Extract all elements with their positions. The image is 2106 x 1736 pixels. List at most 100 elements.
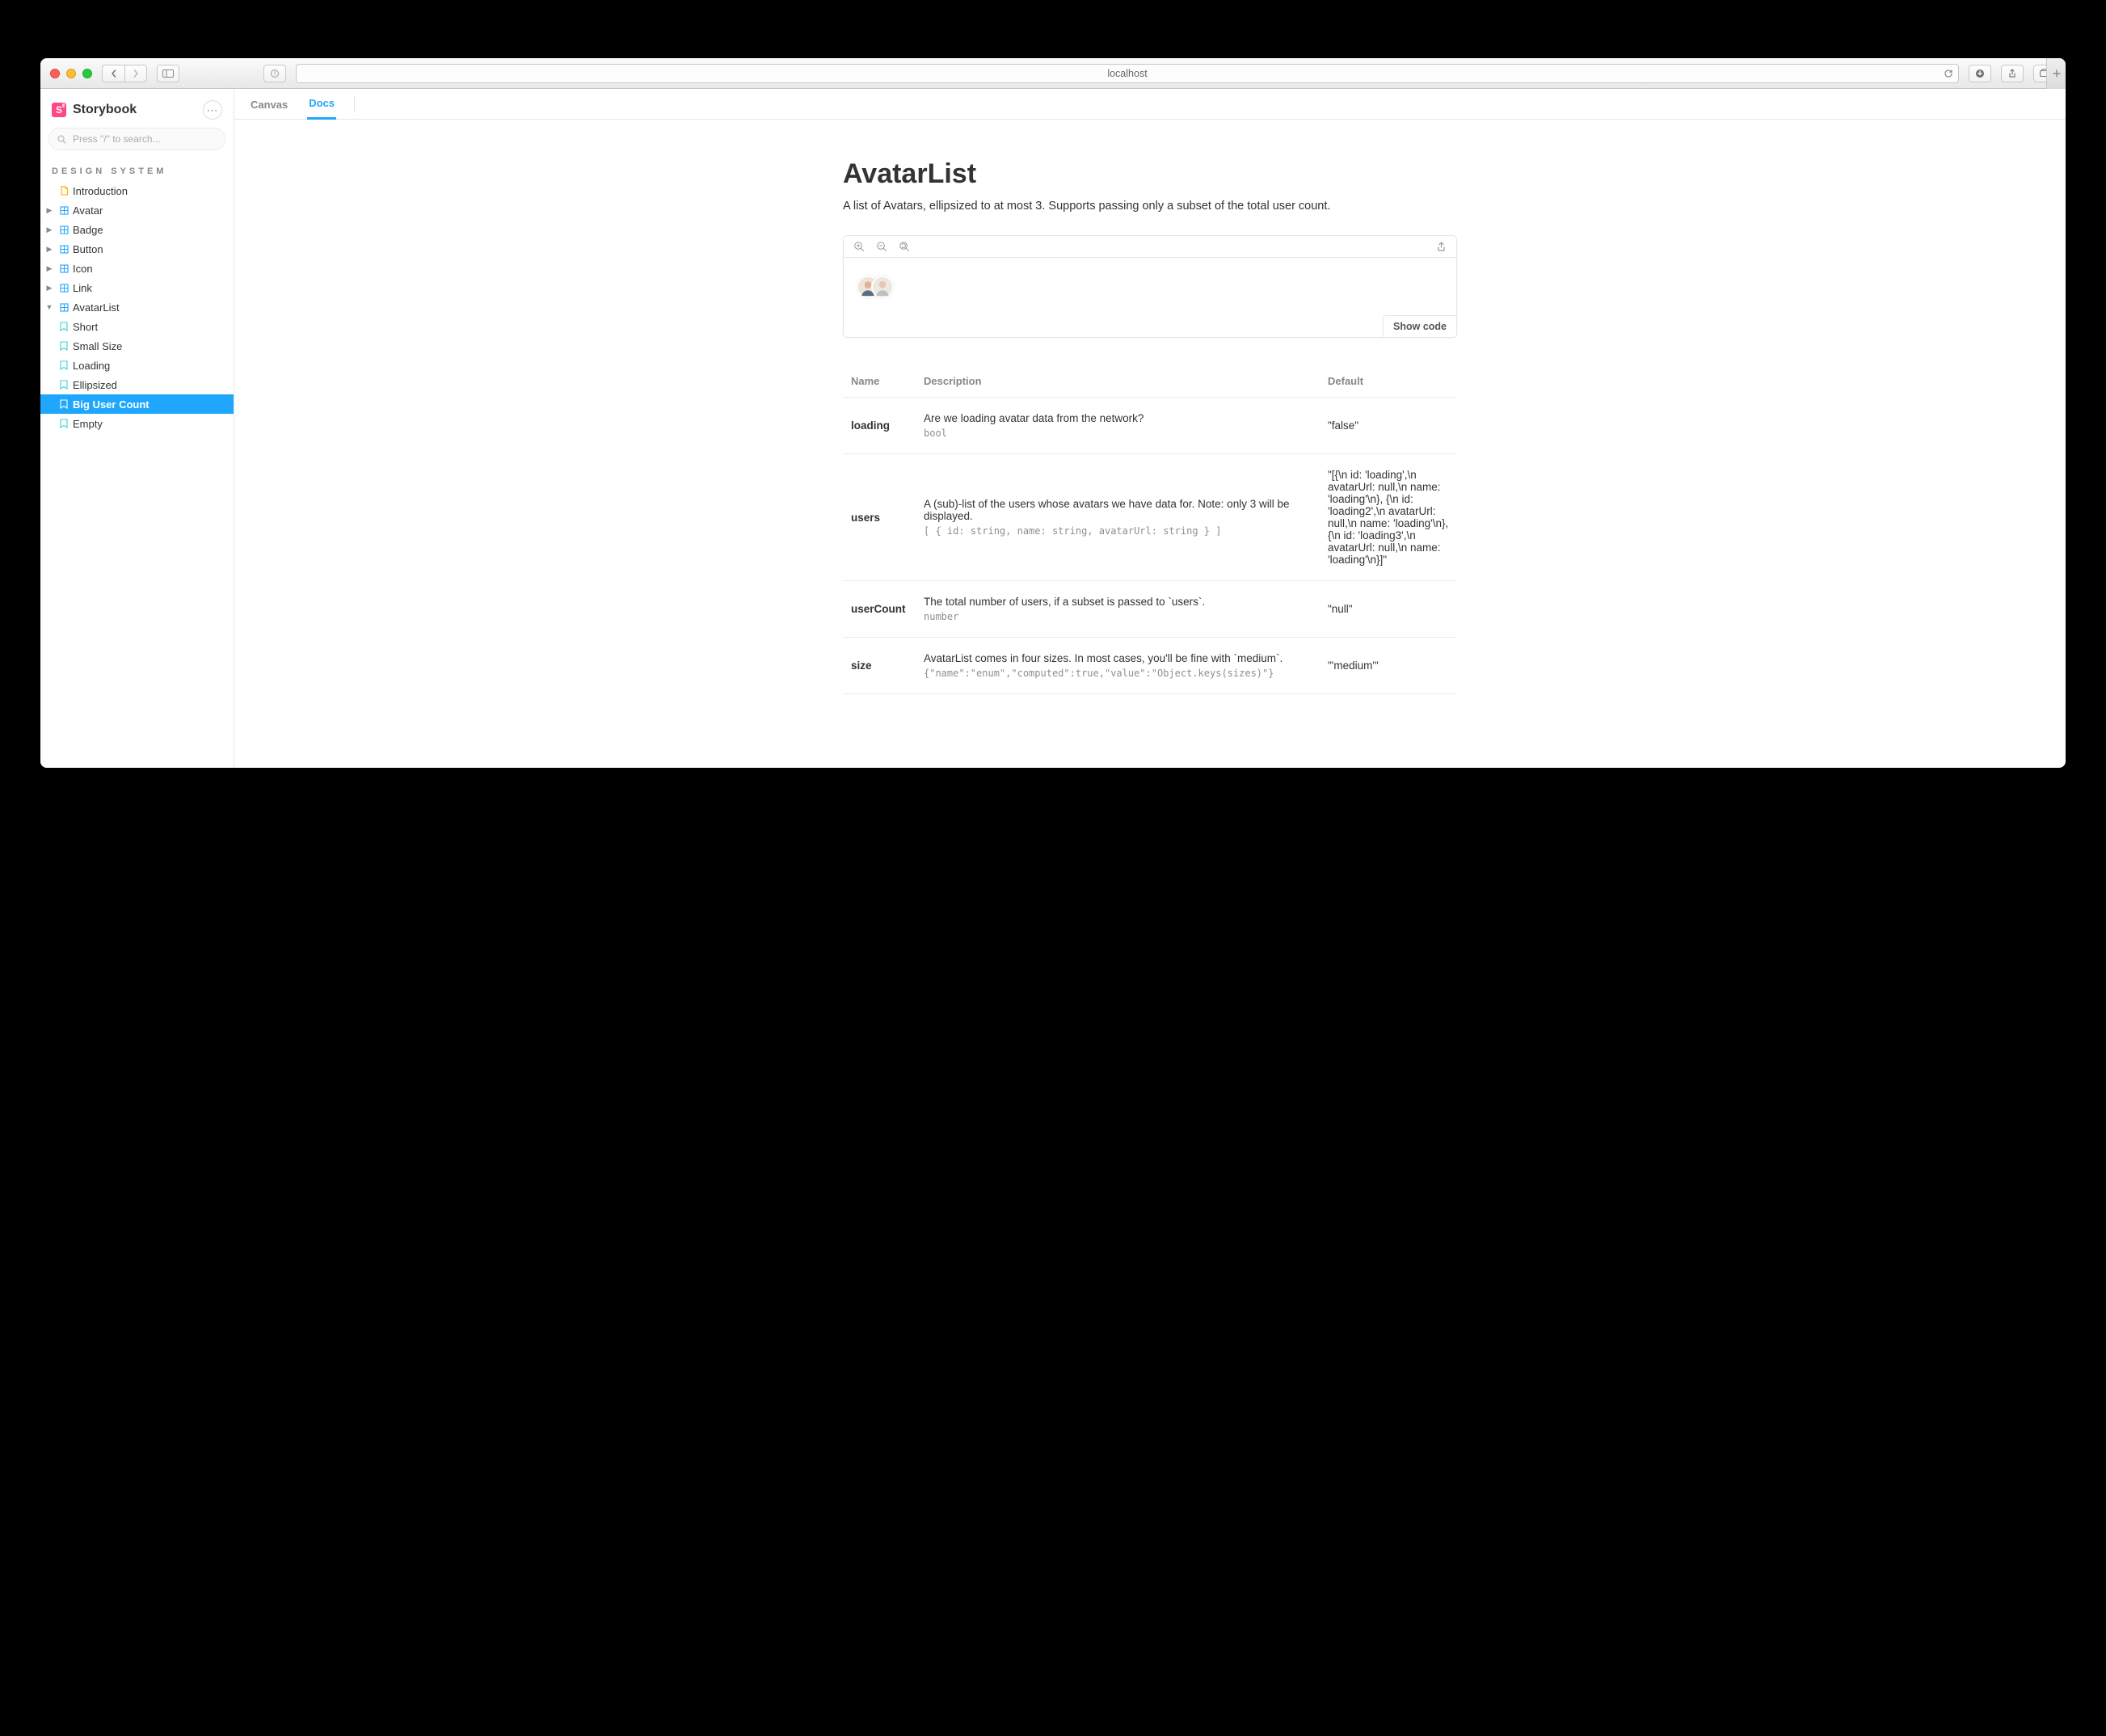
sidebar-item-ellipsized[interactable]: Ellipsized <box>40 375 234 394</box>
doc-title: AvatarList <box>843 158 1457 190</box>
prop-default: "'medium'" <box>1320 638 1457 694</box>
chevron-right-icon: ▶ <box>44 245 55 254</box>
panel-tabs: Canvas Docs <box>234 89 2066 120</box>
reload-icon[interactable] <box>1944 69 1953 78</box>
chevron-right-icon: ▶ <box>44 264 55 273</box>
props-table: Name Description Default loading Are we … <box>843 365 1457 694</box>
sidebar-item-label: Introduction <box>73 185 128 197</box>
zoom-out-icon[interactable] <box>876 241 887 252</box>
sidebar-item-avatarlist[interactable]: ▼ AvatarList <box>40 297 234 317</box>
prop-name: userCount <box>843 581 916 638</box>
prop-default: "null" <box>1320 581 1457 638</box>
sidebar-item-introduction[interactable]: Introduction <box>40 181 234 200</box>
sidebar-item-label: Loading <box>73 360 110 372</box>
open-external-icon[interactable] <box>1436 242 1447 252</box>
story-preview: Show code <box>843 235 1457 338</box>
brand: S Storybook <box>52 103 137 117</box>
sidebar-item-label: Badge <box>73 224 103 236</box>
doc-description: A list of Avatars, ellipsized to at most… <box>843 200 1457 213</box>
props-row: loading Are we loading avatar data from … <box>843 398 1457 454</box>
component-icon <box>58 225 69 234</box>
component-icon <box>58 245 69 254</box>
component-icon <box>58 264 69 273</box>
sidebar: S Storybook ⋯ Press "/" to search... DES… <box>40 89 234 768</box>
prop-description: AvatarList comes in four sizes. In most … <box>916 638 1320 694</box>
props-header-description: Description <box>916 365 1320 398</box>
props-header-name: Name <box>843 365 916 398</box>
downloads-button[interactable] <box>1969 65 1991 82</box>
sidebar-item-big-user-count[interactable]: Big User Count <box>40 394 234 414</box>
nav-forward-button[interactable] <box>124 65 147 82</box>
storybook-logo-icon: S <box>52 103 66 117</box>
zoom-in-icon[interactable] <box>853 241 865 252</box>
sidebar-item-icon[interactable]: ▶ Icon <box>40 259 234 278</box>
new-tab-button[interactable] <box>2046 58 2066 89</box>
sidebar-item-empty[interactable]: Empty <box>40 414 234 433</box>
component-icon <box>58 206 69 215</box>
chevron-right-icon: ▶ <box>44 206 55 215</box>
props-row: size AvatarList comes in four sizes. In … <box>843 638 1457 694</box>
sidebar-item-label: Link <box>73 282 92 294</box>
search-input[interactable]: Press "/" to search... <box>48 128 225 150</box>
search-icon <box>57 135 66 144</box>
sidebar-item-label: Icon <box>73 263 93 275</box>
props-row: users A (sub)-list of the users whose av… <box>843 454 1457 581</box>
brand-name: Storybook <box>73 103 137 117</box>
avatar <box>871 276 894 298</box>
sidebar-item-label: Short <box>73 321 98 333</box>
minimize-window-button[interactable] <box>66 69 76 78</box>
sidebar-menu-button[interactable]: ⋯ <box>203 100 222 120</box>
chevron-down-icon: ▼ <box>44 303 55 311</box>
sidebar-item-label: Avatar <box>73 204 103 217</box>
sidebar-item-link[interactable]: ▶ Link <box>40 278 234 297</box>
search-placeholder: Press "/" to search... <box>73 133 161 145</box>
tab-docs[interactable]: Docs <box>307 89 336 120</box>
prop-description: A (sub)-list of the users whose avatars … <box>916 454 1320 581</box>
sidebar-item-small-size[interactable]: Small Size <box>40 336 234 356</box>
sidebar-section-title: DESIGN SYSTEM <box>40 157 234 181</box>
prop-name: size <box>843 638 916 694</box>
nav-back-button[interactable] <box>102 65 124 82</box>
sidebar-item-button[interactable]: ▶ Button <box>40 239 234 259</box>
component-icon <box>58 284 69 293</box>
story-icon <box>58 322 69 331</box>
chevron-right-icon: ▶ <box>44 284 55 293</box>
chevron-right-icon: ▶ <box>44 225 55 234</box>
zoom-reset-icon[interactable] <box>899 241 910 252</box>
url-text: localhost <box>1107 68 1147 79</box>
sidebar-item-short[interactable]: Short <box>40 317 234 336</box>
props-row: userCount The total number of users, if … <box>843 581 1457 638</box>
document-icon <box>58 186 69 196</box>
maximize-window-button[interactable] <box>82 69 92 78</box>
url-bar[interactable]: localhost <box>296 64 1959 83</box>
reader-button[interactable] <box>263 65 286 82</box>
share-button[interactable] <box>2001 65 2024 82</box>
sidebar-item-label: Empty <box>73 418 103 430</box>
window-controls <box>50 69 92 78</box>
sidebar-item-label: Small Size <box>73 340 122 352</box>
sidebar-item-avatar[interactable]: ▶ Avatar <box>40 200 234 220</box>
story-canvas <box>844 258 1456 316</box>
prop-description: Are we loading avatar data from the netw… <box>916 398 1320 454</box>
sidebar-item-loading[interactable]: Loading <box>40 356 234 375</box>
tabs-separator <box>354 96 355 112</box>
sidebar-item-badge[interactable]: ▶ Badge <box>40 220 234 239</box>
browser-chrome: localhost <box>40 58 2066 89</box>
prop-description: The total number of users, if a subset i… <box>916 581 1320 638</box>
story-icon <box>58 360 69 370</box>
main-panel: Canvas Docs AvatarList A list of Avatars… <box>234 89 2066 768</box>
props-header-default: Default <box>1320 365 1457 398</box>
prop-name: loading <box>843 398 916 454</box>
prop-default: "false" <box>1320 398 1457 454</box>
sidebar-toggle-button[interactable] <box>157 65 179 82</box>
close-window-button[interactable] <box>50 69 60 78</box>
prop-name: users <box>843 454 916 581</box>
sidebar-item-label: Big User Count <box>73 398 150 411</box>
story-icon <box>58 419 69 428</box>
show-code-button[interactable]: Show code <box>1383 315 1457 338</box>
story-icon <box>58 399 69 409</box>
prop-default: "[{\n id: 'loading',\n avatarUrl: null,\… <box>1320 454 1457 581</box>
tab-canvas[interactable]: Canvas <box>249 91 289 119</box>
story-icon <box>58 380 69 390</box>
sidebar-item-label: Ellipsized <box>73 379 117 391</box>
